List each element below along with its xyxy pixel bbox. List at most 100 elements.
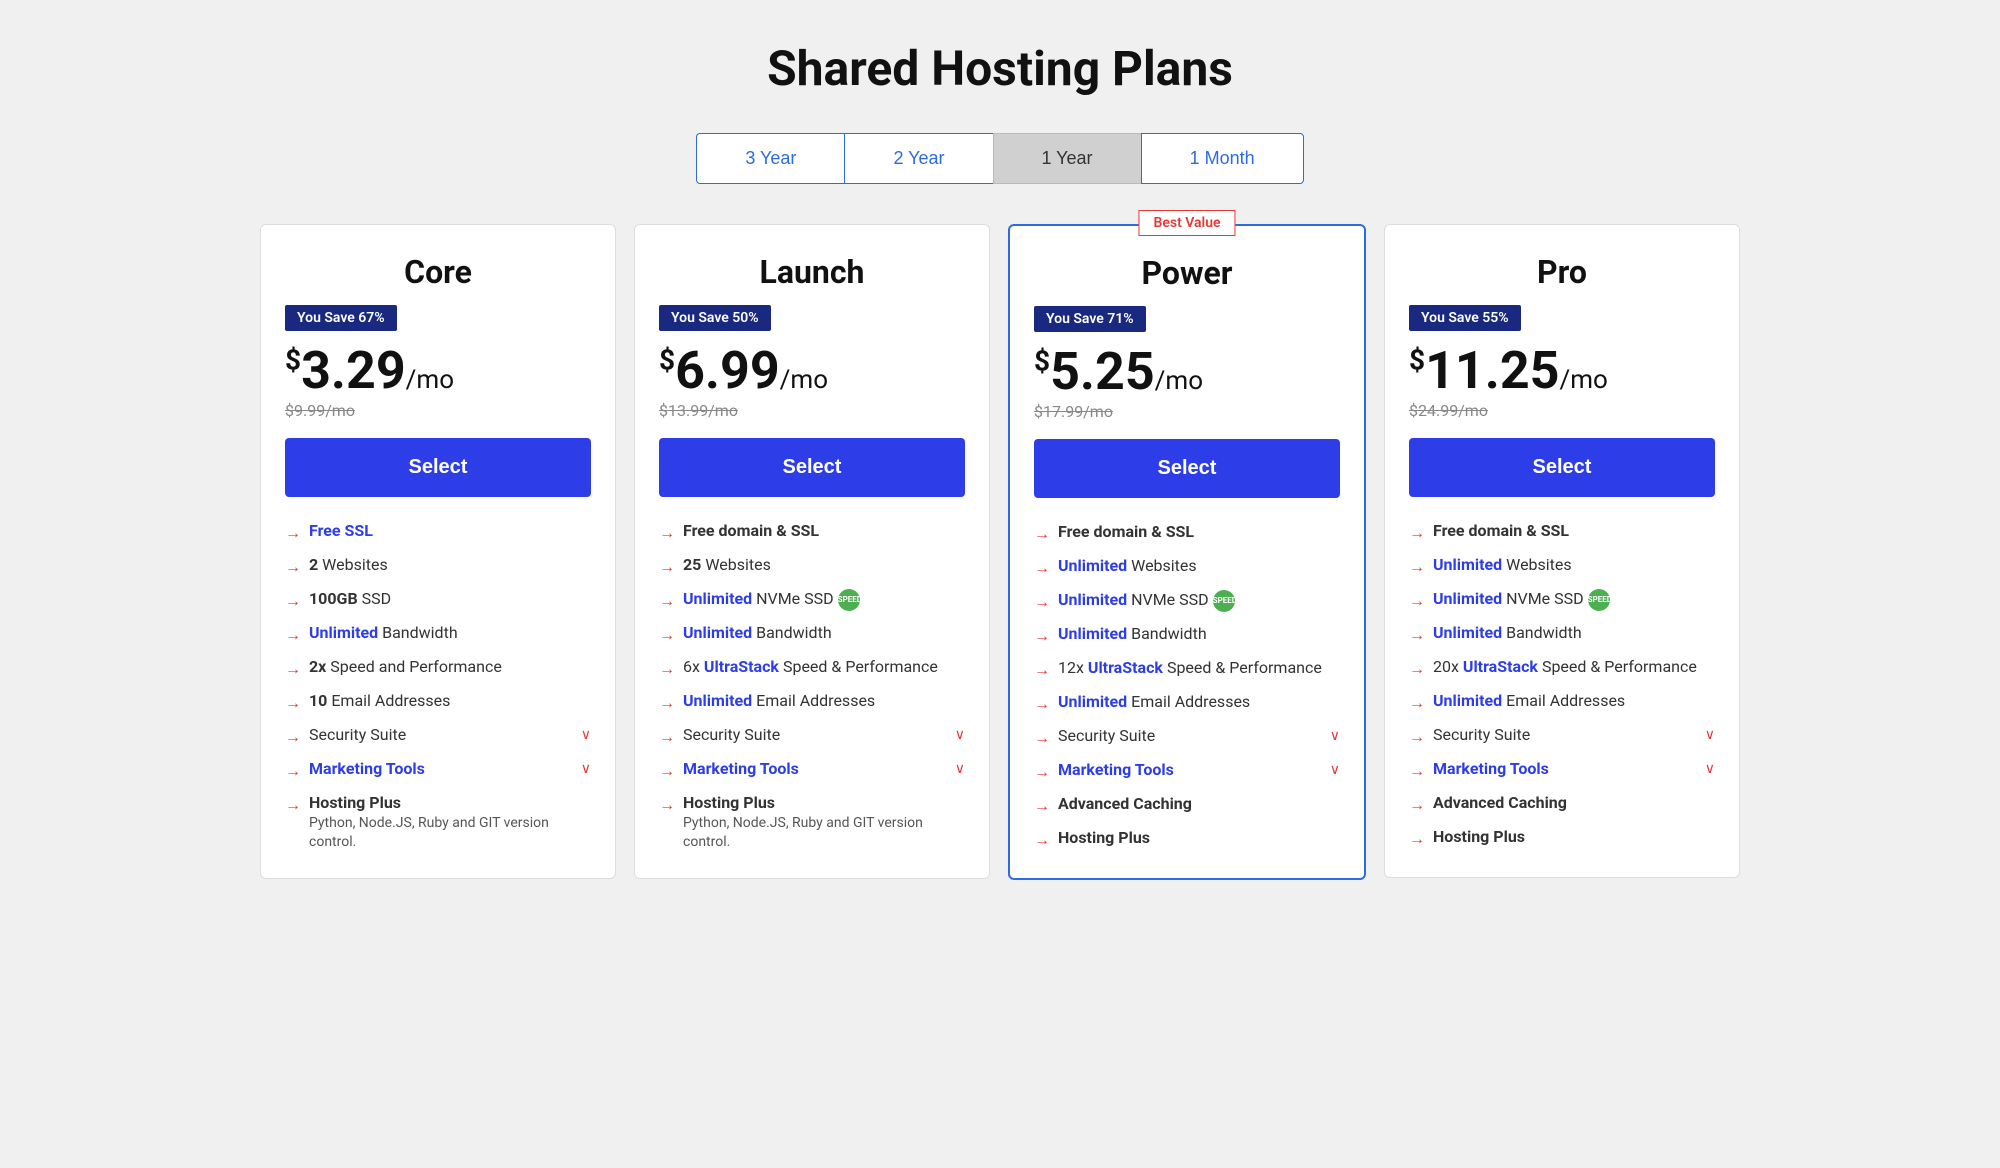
feature-text: Unlimited Bandwidth <box>309 623 458 642</box>
feature-item: →Free SSL <box>285 521 591 543</box>
feature-item: →Advanced Caching <box>1409 793 1715 815</box>
price-main-core: $3.29/mo <box>285 345 591 397</box>
feature-row: Security Suite ∨ <box>1058 726 1340 745</box>
billing-tab-1year[interactable]: 1 Year <box>993 133 1141 184</box>
feature-item: →Unlimited Websites <box>1034 556 1340 578</box>
select-button-pro[interactable]: Select <box>1409 438 1715 497</box>
feature-text: Unlimited Email Addresses <box>683 691 875 710</box>
plan-card-power: Best ValuePowerYou Save 71% $5.25/mo $17… <box>1008 224 1366 880</box>
billing-tab-3year[interactable]: 3 Year <box>696 133 844 184</box>
arrow-icon: → <box>1409 761 1425 781</box>
chevron-icon[interactable]: ∨ <box>581 761 591 777</box>
plan-name-core: Core <box>285 253 591 291</box>
feature-text: 6x UltraStack Speed & Performance <box>683 657 938 676</box>
feature-item: →Security Suite∨ <box>1409 725 1715 747</box>
feature-text: Advanced Caching <box>1058 794 1192 813</box>
chevron-icon[interactable]: ∨ <box>955 761 965 777</box>
billing-tab-2year[interactable]: 2 Year <box>844 133 992 184</box>
arrow-icon: → <box>1034 796 1050 816</box>
feature-item: → Advanced Caching <box>1034 794 1340 816</box>
plans-container: CoreYou Save 67% $3.29/mo $9.99/mo Selec… <box>260 224 1740 880</box>
feature-item: →25 Websites <box>659 555 965 577</box>
arrow-icon: → <box>659 761 675 781</box>
savings-badge-power: You Save 71% <box>1034 306 1146 332</box>
feature-item: →Hosting PlusPython, Node.JS, Ruby and G… <box>285 793 591 850</box>
arrow-icon: → <box>1409 557 1425 577</box>
feature-item: →Unlimited Bandwidth <box>285 623 591 645</box>
feature-row: Security Suite∨ <box>683 725 965 744</box>
feature-text: Unlimited Email Addresses <box>1433 691 1625 710</box>
select-button-power[interactable]: Select <box>1034 439 1340 498</box>
plan-card-launch: LaunchYou Save 50% $6.99/mo $13.99/mo Se… <box>634 224 990 879</box>
chevron-icon[interactable]: ∨ <box>1705 727 1715 743</box>
feature-row: Marketing Tools∨ <box>1433 759 1715 778</box>
feature-text: Marketing Tools <box>683 759 799 778</box>
select-button-launch[interactable]: Select <box>659 438 965 497</box>
price-original-core: $9.99/mo <box>285 401 591 420</box>
feature-text: 10 Email Addresses <box>309 691 450 710</box>
plan-name-power: Power <box>1034 254 1340 292</box>
arrow-icon: → <box>1409 829 1425 849</box>
feature-item: → Marketing Tools∨ <box>1034 760 1340 782</box>
feature-item: →20x UltraStack Speed & Performance <box>1409 657 1715 679</box>
plan-name-launch: Launch <box>659 253 965 291</box>
price-area-core: $3.29/mo $9.99/mo <box>285 345 591 420</box>
feature-item: →Unlimited NVMe SSDSPEED <box>1034 590 1340 612</box>
feature-item: →Unlimited Bandwidth <box>1409 623 1715 645</box>
feature-text: Hosting PlusPython, Node.JS, Ruby and GI… <box>309 793 591 850</box>
plan-card-pro: ProYou Save 55% $11.25/mo $24.99/mo Sele… <box>1384 224 1740 878</box>
price-original-power: $17.99/mo <box>1034 402 1340 421</box>
feature-item: →Unlimited NVMe SSDSPEED <box>1409 589 1715 611</box>
arrow-icon: → <box>285 761 301 781</box>
price-main-power: $5.25/mo <box>1034 346 1340 398</box>
feature-item: → Unlimited Websites <box>1409 555 1715 577</box>
feature-text: 2 Websites <box>309 555 388 574</box>
chevron-icon[interactable]: ∨ <box>955 727 965 743</box>
feature-text: Unlimited Bandwidth <box>1058 624 1207 643</box>
feature-text: Security Suite <box>1058 726 1155 745</box>
arrow-icon: → <box>659 625 675 645</box>
feature-row: Marketing Tools∨ <box>1058 760 1340 779</box>
feature-row: Security Suite∨ <box>309 725 591 744</box>
arrow-icon: → <box>1034 762 1050 782</box>
billing-tab-1month[interactable]: 1 Month <box>1141 133 1304 184</box>
arrow-icon: → <box>285 659 301 679</box>
arrow-icon: → <box>1034 626 1050 646</box>
feature-row: Security Suite∨ <box>1433 725 1715 744</box>
feature-text: Free SSL <box>309 521 373 540</box>
feature-item: →6x UltraStack Speed & Performance <box>659 657 965 679</box>
arrow-icon: → <box>1034 694 1050 714</box>
chevron-icon[interactable]: ∨ <box>1330 762 1340 778</box>
feature-text: Unlimited Websites <box>1433 555 1572 574</box>
arrow-icon: → <box>659 693 675 713</box>
price-area-pro: $11.25/mo $24.99/mo <box>1409 345 1715 420</box>
chevron-icon[interactable]: ∨ <box>1705 761 1715 777</box>
feature-text: Unlimited NVMe SSDSPEED <box>683 589 860 611</box>
feature-text: Free domain & SSL <box>1058 522 1194 541</box>
feature-text: Unlimited NVMe SSDSPEED <box>1433 589 1610 611</box>
arrow-icon: → <box>285 591 301 611</box>
feature-item: → Marketing Tools ∨ <box>659 759 965 781</box>
arrow-icon: → <box>1034 728 1050 748</box>
features-list-core: →Free SSL →2 Websites →100GB SSD →Unlimi… <box>285 521 591 850</box>
price-original-launch: $13.99/mo <box>659 401 965 420</box>
feature-text: Unlimited Websites <box>1058 556 1197 575</box>
feature-text: 100GB SSD <box>309 589 391 608</box>
arrow-icon: → <box>659 557 675 577</box>
arrow-icon: → <box>659 523 675 543</box>
select-button-core[interactable]: Select <box>285 438 591 497</box>
feature-text: Unlimited Bandwidth <box>683 623 832 642</box>
feature-text: Hosting Plus <box>1058 828 1150 847</box>
feature-item: →Free domain & SSL <box>1034 522 1340 544</box>
feature-item: →Unlimited Email Addresses <box>1409 691 1715 713</box>
feature-row: Marketing Tools∨ <box>309 759 591 778</box>
feature-text: Hosting Plus <box>1433 827 1525 846</box>
arrow-icon: → <box>285 727 301 747</box>
feature-item: → Security Suite ∨ <box>1034 726 1340 748</box>
best-value-badge: Best Value <box>1138 210 1235 236</box>
features-list-pro: →Free domain & SSL →Unlimited Websites →… <box>1409 521 1715 849</box>
feature-item: → 100GB SSD <box>285 589 591 611</box>
chevron-icon[interactable]: ∨ <box>1330 728 1340 744</box>
chevron-icon[interactable]: ∨ <box>581 727 591 743</box>
speed-badge: SPEED <box>1588 589 1610 611</box>
